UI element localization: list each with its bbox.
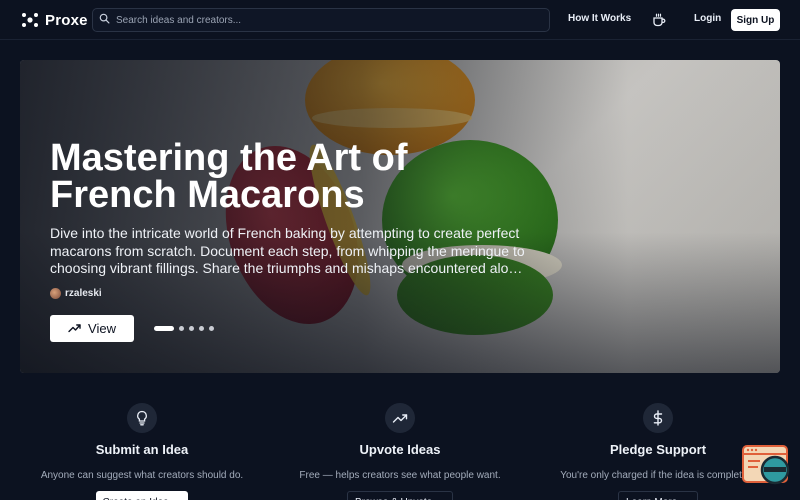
create-idea-button[interactable]: Create an Idea → — [95, 491, 189, 500]
carousel-dot[interactable] — [189, 326, 194, 331]
nav-how-it-works[interactable]: How It Works — [560, 13, 639, 24]
hero-title: Mastering the Art of French Macarons — [50, 137, 408, 216]
carousel-dots — [154, 326, 214, 331]
feature-submit-idea: Submit an Idea Anyone can suggest what c… — [12, 403, 272, 500]
dollar-icon — [643, 403, 673, 433]
logo-icon — [21, 11, 39, 29]
feature-title: Submit an Idea — [95, 442, 189, 457]
brand-logo[interactable]: Proxe — [21, 11, 88, 29]
view-button[interactable]: View — [50, 315, 134, 342]
carousel-dot[interactable] — [199, 326, 204, 331]
carousel-dot[interactable] — [209, 326, 214, 331]
coffee-cup-icon[interactable] — [651, 12, 667, 28]
trending-up-icon — [68, 320, 81, 338]
search-box[interactable] — [92, 8, 550, 32]
avatar — [50, 288, 61, 299]
view-button-label: View — [88, 321, 116, 336]
feature-description: Anyone can suggest what creators should … — [40, 470, 244, 481]
feature-upvote-ideas: Upvote Ideas Free — helps creators see w… — [270, 403, 530, 500]
browse-upvote-button[interactable]: Browse & Upvote → — [346, 491, 454, 500]
trending-up-icon — [385, 403, 415, 433]
feature-title: Upvote Ideas — [359, 442, 441, 457]
carousel-dot[interactable] — [154, 326, 174, 331]
carousel-dot[interactable] — [179, 326, 184, 331]
lightbulb-icon — [127, 403, 157, 433]
brand-name: Proxe — [45, 11, 88, 29]
learn-more-button[interactable]: Learn More → — [618, 491, 698, 500]
hero-carousel: Mastering the Art of French Macarons Div… — [20, 60, 780, 373]
feature-description: Free — helps creators see what people wa… — [299, 470, 501, 481]
signup-button[interactable]: Sign Up — [731, 9, 780, 31]
search-input[interactable] — [116, 14, 536, 26]
hero-description: Dive into the intricate world of French … — [50, 225, 525, 279]
author-name: rzaleski — [65, 288, 102, 299]
chat-widget-icon[interactable] — [742, 445, 790, 487]
hero-overlay — [20, 60, 780, 373]
login-link[interactable]: Login — [688, 13, 727, 24]
hero-author[interactable]: rzaleski — [50, 288, 102, 299]
top-navbar: Proxe How It Works Login Sign Up — [0, 0, 800, 40]
search-icon — [99, 11, 110, 29]
